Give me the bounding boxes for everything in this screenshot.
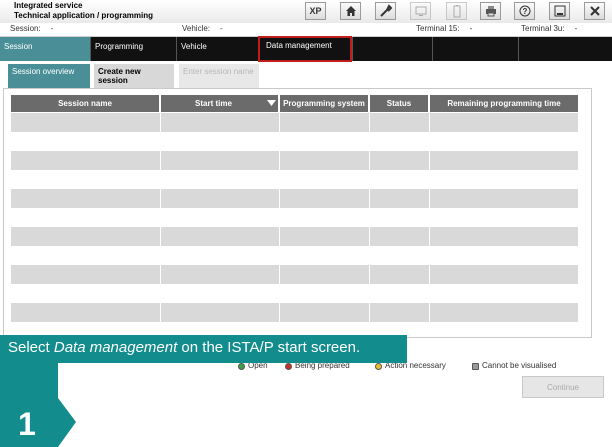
app-title: Integrated service Technical application… (14, 1, 153, 21)
caption-text-emphasis: Data management (53, 339, 178, 356)
col-programming-system[interactable]: Programming system (280, 95, 368, 112)
vehicle-info-value: - (220, 24, 223, 33)
open-status-icon (238, 362, 245, 370)
table-row[interactable] (11, 189, 578, 208)
terminal15-label: Terminal 15: (416, 24, 460, 33)
step-arrow-badge (0, 398, 76, 447)
nav-empty-3 (518, 37, 612, 61)
nav-vehicle[interactable]: Vehicle (176, 37, 256, 61)
legend-cannot-visualise-label: Cannot be visualised (482, 361, 557, 370)
col-session-name[interactable]: Session name (11, 95, 159, 112)
home-button[interactable] (340, 2, 361, 20)
title-bar: Integrated service Technical application… (0, 0, 612, 23)
info-bar: Session: - Vehicle: - Terminal 15: - Termin… (0, 23, 612, 37)
app-title-line2: Technical application / programming (14, 11, 153, 20)
table-row[interactable] (11, 265, 578, 284)
terminal30-label: Terminal 3u: (521, 24, 565, 33)
close-button[interactable] (584, 2, 605, 20)
main-nav: Session Programming Vehicle Data managem… (0, 36, 612, 62)
tab-create-new-session[interactable]: Create new session (94, 64, 174, 88)
minimize-icon (554, 5, 565, 17)
printer-icon (485, 6, 496, 17)
session-info: Session: - (10, 24, 53, 34)
svg-text:?: ? (522, 7, 527, 16)
vehicle-info: Vehicle: - (182, 24, 223, 34)
cannot-visualise-status-icon (472, 362, 479, 370)
column-divider (279, 113, 280, 322)
wrench-icon (379, 4, 392, 17)
nav-empty-1 (352, 37, 432, 61)
col-start-time[interactable]: Start time (161, 95, 278, 112)
help-icon: ? (519, 5, 530, 17)
sort-desc-icon (267, 100, 276, 106)
terminal30-value: - (574, 24, 578, 33)
battery-button[interactable] (446, 2, 467, 20)
xp-label: XP (309, 6, 322, 16)
close-icon (589, 6, 600, 16)
column-divider (429, 113, 430, 322)
caption-text-before: Select (8, 339, 54, 356)
app-title-line1: Integrated service (14, 1, 83, 10)
nav-session[interactable]: Session (0, 37, 90, 61)
legend-cannot-visualise: Cannot be visualised (472, 361, 556, 371)
battery-icon (453, 5, 460, 18)
terminal15-info: Terminal 15: - (416, 24, 472, 34)
table-row[interactable] (11, 151, 578, 170)
terminal30-info: Terminal 3u: - (521, 24, 577, 34)
column-divider (369, 113, 370, 322)
help-button[interactable]: ? (514, 2, 535, 20)
tab-session-overview[interactable]: Session overview (8, 64, 90, 89)
table-row[interactable] (11, 227, 578, 246)
column-divider (160, 113, 161, 322)
session-info-label: Session: (10, 24, 41, 33)
nav-programming[interactable]: Programming (90, 37, 176, 61)
nav-data-management[interactable]: Data management (258, 36, 352, 62)
screen-button[interactable] (410, 2, 431, 20)
vehicle-info-label: Vehicle: (182, 24, 211, 33)
print-button[interactable] (480, 2, 501, 20)
being-prepared-status-icon (285, 362, 292, 370)
action-necessary-status-icon (375, 362, 382, 370)
continue-button[interactable]: Continue (522, 376, 604, 398)
service-button[interactable] (375, 2, 396, 20)
home-icon (345, 6, 356, 16)
step-number: 1 (18, 406, 36, 442)
minimize-button[interactable] (549, 2, 570, 20)
session-info-value: - (50, 24, 54, 33)
tab-enter-session-name[interactable]: Enter session name (179, 64, 259, 88)
col-start-time-label: Start time (195, 98, 232, 108)
screen-icon (415, 6, 426, 16)
table-row[interactable] (11, 113, 578, 132)
instruction-caption: Select Data management on the ISTA/P sta… (0, 335, 407, 363)
table-row[interactable] (11, 303, 578, 322)
terminal15-value: - (469, 24, 473, 33)
caption-text-after: on the ISTA/P start screen. (177, 339, 361, 356)
xp-button[interactable]: XP (305, 2, 326, 20)
nav-empty-2 (432, 37, 518, 61)
col-status[interactable]: Status (370, 95, 428, 112)
col-remaining-time[interactable]: Remaining programming time (430, 95, 578, 112)
